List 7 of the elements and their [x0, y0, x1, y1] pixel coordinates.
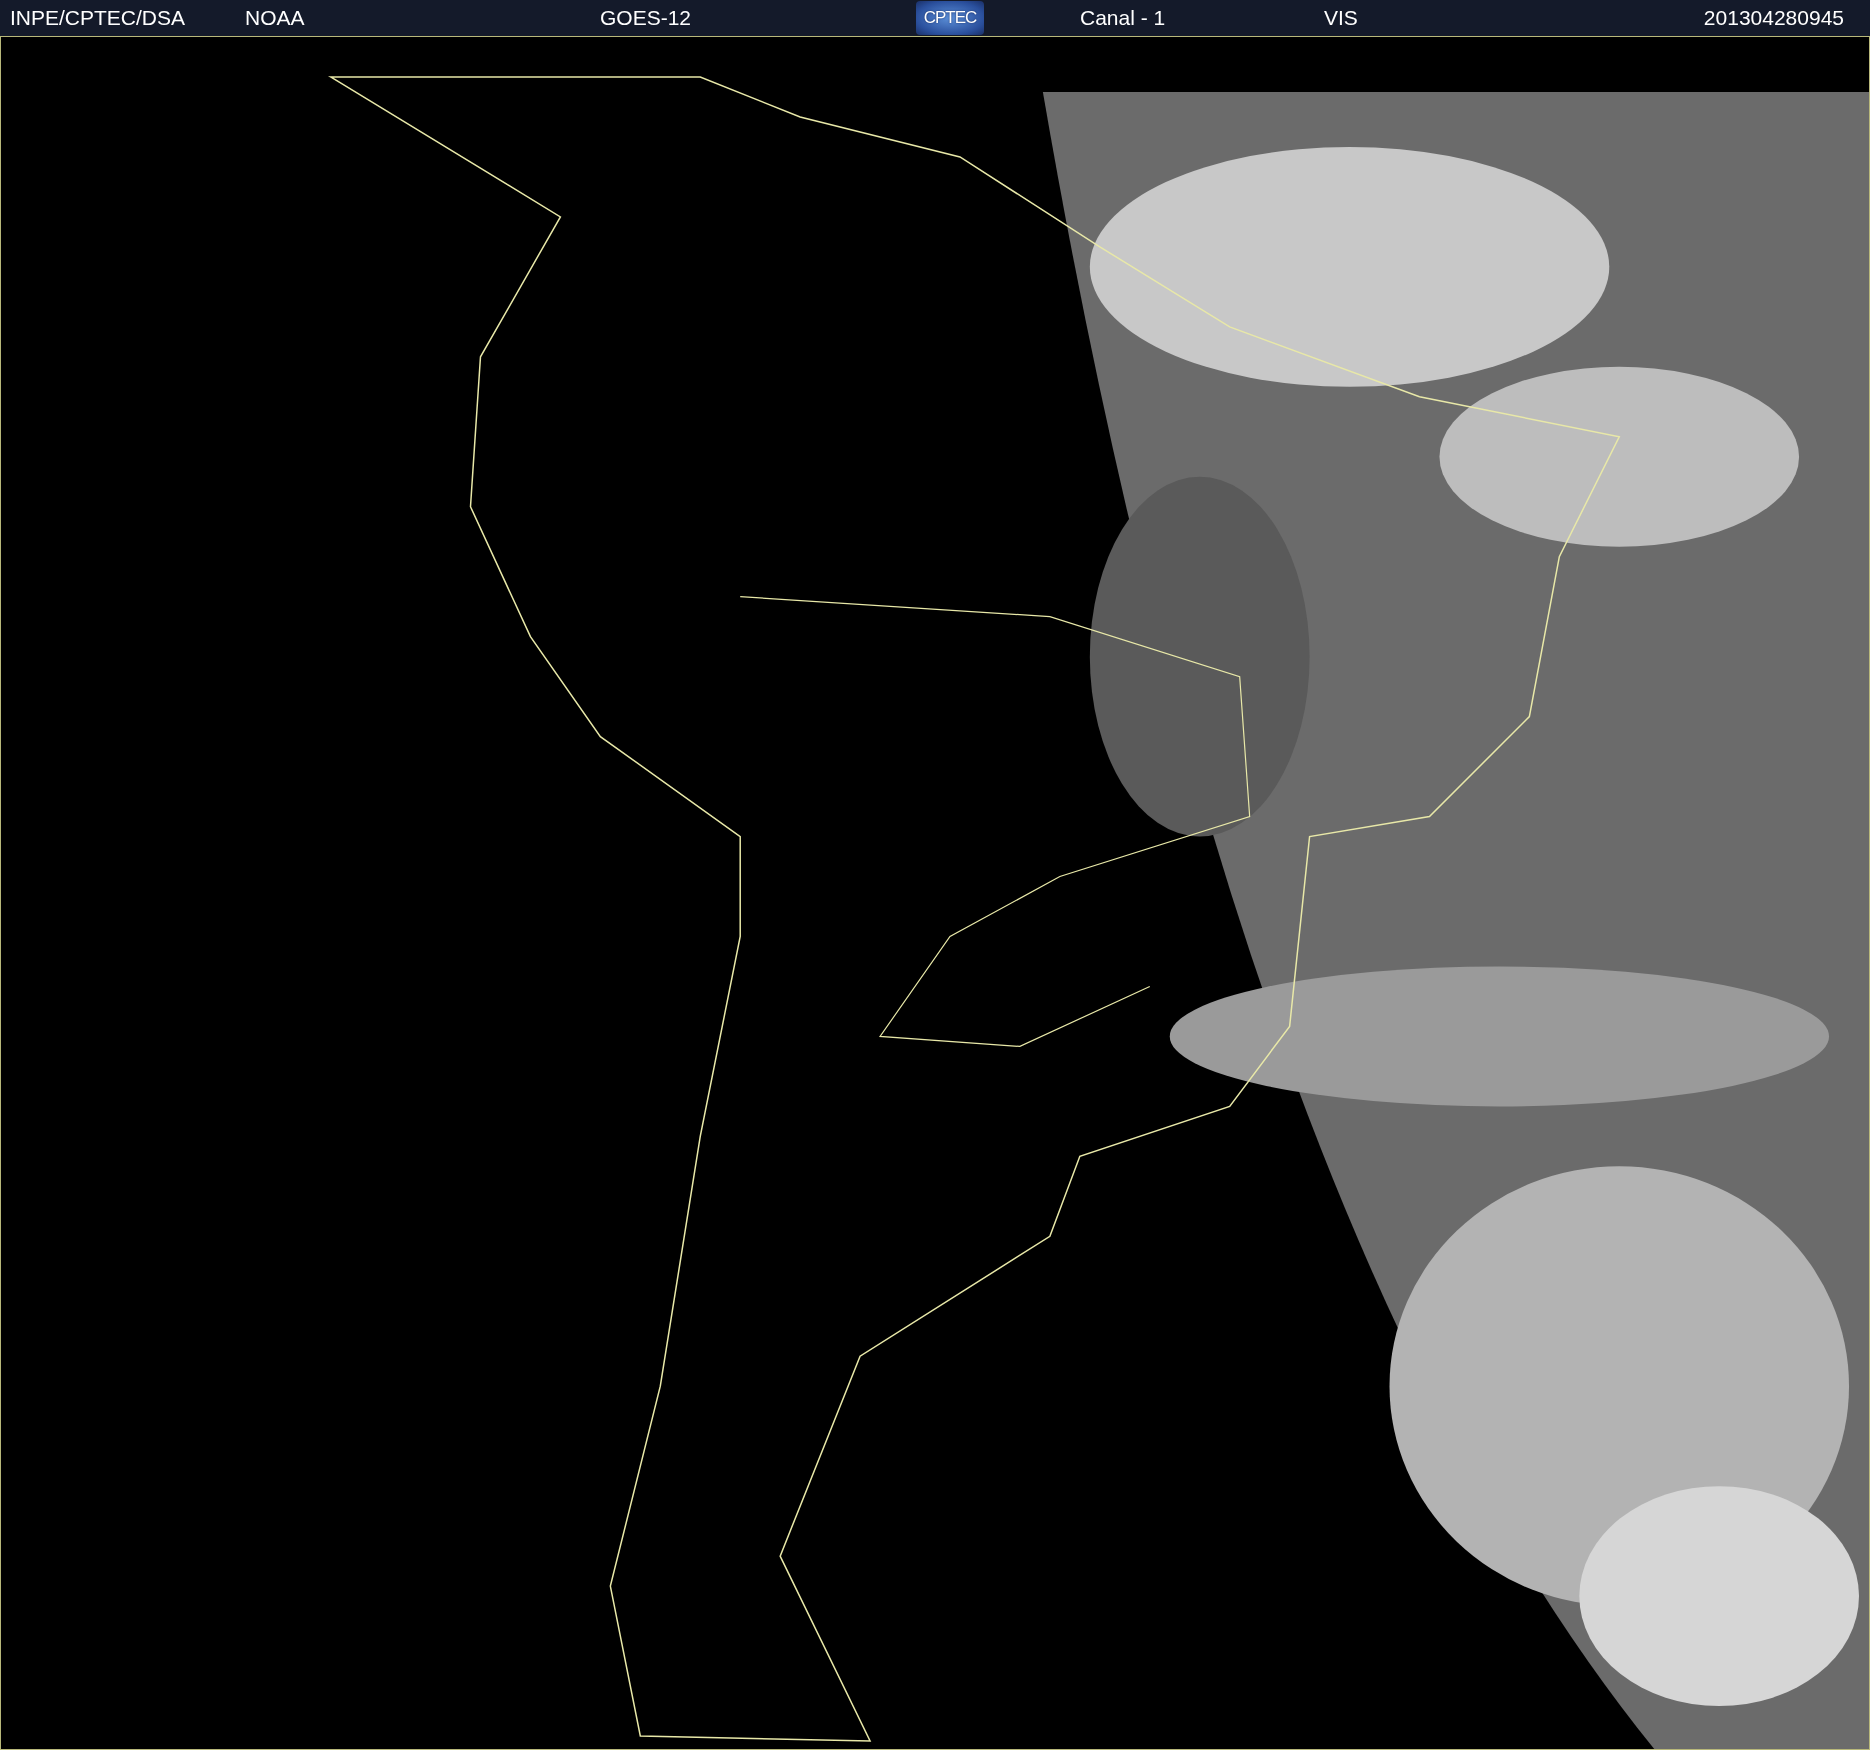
satellite-label: GOES-12	[600, 6, 692, 30]
timestamp-label: 201304280945	[1703, 6, 1844, 30]
band-label: VIS	[1324, 6, 1358, 30]
agency-label: NOAA	[245, 6, 305, 30]
logo: CPTEC	[916, 1, 984, 35]
channel-label: Canal - 1	[1080, 6, 1166, 30]
source-label: INPE/CPTEC/DSA	[10, 6, 186, 30]
